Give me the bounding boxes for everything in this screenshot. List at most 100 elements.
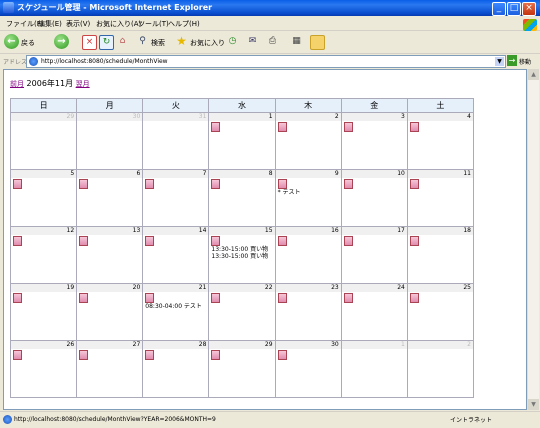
add-schedule-icon[interactable] xyxy=(409,293,419,303)
menu-view[interactable]: 表示(V) xyxy=(66,19,90,29)
calendar-day-cell[interactable]: 16 xyxy=(274,226,342,284)
print-icon[interactable]: ⎙ xyxy=(266,35,279,48)
add-schedule-icon[interactable] xyxy=(277,179,287,189)
add-schedule-icon[interactable] xyxy=(277,293,287,303)
edit-icon[interactable]: ▦ xyxy=(290,35,303,48)
calendar-day-cell[interactable]: 23 xyxy=(274,283,342,341)
home-icon[interactable]: ⌂ xyxy=(116,35,129,48)
next-month-link[interactable]: 翌月 xyxy=(76,80,90,88)
add-schedule-icon[interactable] xyxy=(13,350,22,360)
menu-edit[interactable]: 編集(E) xyxy=(38,19,62,29)
calendar-day-cell[interactable]: 30 xyxy=(274,340,342,398)
calendar-day-cell[interactable]: 20 xyxy=(76,283,144,341)
add-schedule-icon[interactable] xyxy=(343,179,353,189)
calendar-day-cell[interactable]: 29 xyxy=(9,112,78,170)
add-schedule-icon[interactable] xyxy=(79,236,89,246)
add-schedule-icon[interactable] xyxy=(343,293,353,303)
calendar-day-cell[interactable]: 6 xyxy=(76,169,144,227)
calendar-day-cell[interactable]: 22 xyxy=(208,283,276,341)
add-schedule-icon[interactable] xyxy=(145,236,155,246)
vertical-scrollbar[interactable]: ▲ ▼ xyxy=(527,69,539,410)
menu-tools[interactable]: ツール(T) xyxy=(138,19,169,29)
calendar-day-cell[interactable]: 24 xyxy=(340,283,408,341)
forward-icon[interactable]: → xyxy=(54,34,69,49)
schedule-entry[interactable]: 08:30-04:00 テスト xyxy=(143,303,208,310)
add-schedule-icon[interactable] xyxy=(211,350,221,360)
calendar-day-cell[interactable]: 11 xyxy=(406,169,475,227)
add-schedule-icon[interactable] xyxy=(277,350,287,360)
add-schedule-icon[interactable] xyxy=(79,179,89,189)
search-label[interactable]: 検索 xyxy=(151,38,165,48)
calendar-day-cell[interactable]: 1 xyxy=(340,340,408,398)
history-icon[interactable]: ◷ xyxy=(226,35,239,48)
scroll-up-icon[interactable]: ▲ xyxy=(528,69,539,80)
calendar-day-cell[interactable]: 13 xyxy=(76,226,144,284)
calendar-day-cell[interactable]: 31 xyxy=(142,112,210,170)
favorites-label[interactable]: お気に入り xyxy=(190,38,225,48)
refresh-icon[interactable]: ↻ xyxy=(99,35,114,50)
calendar-day-cell[interactable]: 29 xyxy=(208,340,276,398)
calendar-day-cell[interactable]: 18 xyxy=(406,226,475,284)
close-button[interactable]: × xyxy=(522,2,536,16)
add-schedule-icon[interactable] xyxy=(79,350,89,360)
add-schedule-icon[interactable] xyxy=(145,293,155,303)
calendar-day-cell[interactable]: 15 13:30-15:00 買い物 13:30-15:00 買い物 xyxy=(208,226,276,284)
go-arrow-icon[interactable]: → xyxy=(507,55,517,66)
add-schedule-icon[interactable] xyxy=(13,293,22,303)
add-schedule-icon[interactable] xyxy=(145,179,155,189)
calendar-day-cell[interactable]: 7 xyxy=(142,169,210,227)
add-schedule-icon[interactable] xyxy=(13,236,22,246)
menu-favorites[interactable]: お気に入り(A) xyxy=(96,19,141,29)
schedule-entry[interactable]: 13:30-15:00 買い物 xyxy=(209,246,274,253)
calendar-day-cell[interactable]: 2 xyxy=(274,112,342,170)
calendar-day-cell[interactable]: 8 xyxy=(208,169,276,227)
calendar-day-cell[interactable]: 19 xyxy=(9,283,78,341)
calendar-day-cell[interactable]: 14 xyxy=(142,226,210,284)
add-schedule-icon[interactable] xyxy=(79,293,89,303)
calendar-day-cell[interactable]: 12 xyxy=(9,226,78,284)
folder-icon[interactable] xyxy=(310,35,325,50)
schedule-entry[interactable]: 13:30-15:00 買い物 xyxy=(209,253,274,260)
calendar-day-cell[interactable]: 30 xyxy=(76,112,144,170)
calendar-day-cell[interactable]: 21 08:30-04:00 テスト xyxy=(142,283,210,341)
address-input[interactable]: http://localhost:8080/schedule/MonthView… xyxy=(26,55,506,68)
add-schedule-icon[interactable] xyxy=(145,350,155,360)
add-schedule-icon[interactable] xyxy=(277,236,287,246)
calendar-day-cell[interactable]: 4 xyxy=(406,112,475,170)
calendar-day-cell[interactable]: 10 xyxy=(340,169,408,227)
add-schedule-icon[interactable] xyxy=(211,179,221,189)
back-label[interactable]: 戻る xyxy=(21,38,35,48)
add-schedule-icon[interactable] xyxy=(13,179,22,189)
mail-icon[interactable]: ✉ xyxy=(246,35,259,48)
calendar-day-cell[interactable]: 17 xyxy=(340,226,408,284)
prev-month-link[interactable]: 前月 xyxy=(10,80,24,88)
add-schedule-icon[interactable] xyxy=(277,122,287,132)
add-schedule-icon[interactable] xyxy=(409,122,419,132)
calendar-day-cell[interactable]: 5 xyxy=(9,169,78,227)
add-schedule-icon[interactable] xyxy=(343,122,353,132)
calendar-day-cell[interactable]: 27 xyxy=(76,340,144,398)
add-schedule-icon[interactable] xyxy=(343,236,353,246)
chevron-down-icon[interactable]: ▼ xyxy=(495,57,504,66)
add-schedule-icon[interactable] xyxy=(409,179,419,189)
schedule-entry[interactable]: * テスト xyxy=(276,189,341,196)
calendar-day-cell[interactable]: 25 xyxy=(406,283,475,341)
calendar-day-cell[interactable]: 2 xyxy=(406,340,475,398)
minimize-button[interactable]: _ xyxy=(492,2,506,16)
add-schedule-icon[interactable] xyxy=(211,122,221,132)
menu-help[interactable]: ヘルプ(H) xyxy=(168,19,200,29)
calendar-day-cell[interactable]: 28 xyxy=(142,340,210,398)
add-schedule-icon[interactable] xyxy=(409,236,419,246)
back-icon[interactable]: ← xyxy=(4,34,19,49)
search-icon[interactable]: ⚲ xyxy=(136,35,149,48)
maximize-button[interactable]: □ xyxy=(507,2,521,16)
favorites-icon[interactable]: ★ xyxy=(175,35,188,48)
scroll-down-icon[interactable]: ▼ xyxy=(528,399,539,410)
add-schedule-icon[interactable] xyxy=(211,236,221,246)
address-url[interactable]: http://localhost:8080/schedule/MonthView xyxy=(41,58,168,65)
calendar-day-cell[interactable]: 3 xyxy=(340,112,408,170)
go-button[interactable]: 移動 xyxy=(519,57,531,66)
add-schedule-icon[interactable] xyxy=(211,293,221,303)
calendar-day-cell[interactable]: 26 xyxy=(9,340,78,398)
calendar-day-cell[interactable]: 9 * テスト xyxy=(274,169,342,227)
